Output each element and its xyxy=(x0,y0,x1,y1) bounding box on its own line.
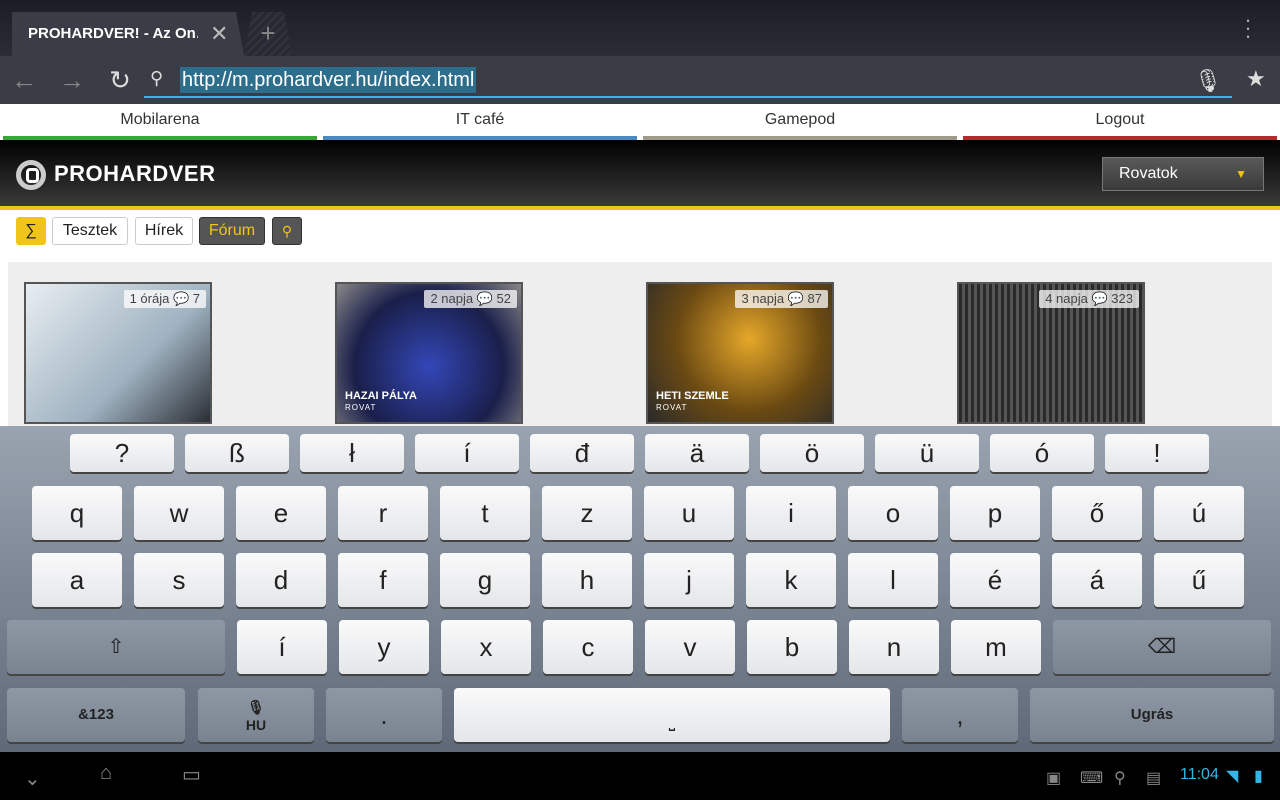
reload-icon[interactable]: ↻ xyxy=(96,56,144,104)
key-g[interactable]: g xyxy=(440,553,530,607)
key-í[interactable]: í xyxy=(237,620,327,674)
key-8[interactable]: ó xyxy=(990,434,1094,472)
nav-it-cafe[interactable]: IT café xyxy=(323,104,637,140)
key-1[interactable]: ß xyxy=(185,434,289,472)
clock: 11:04 xyxy=(1180,766,1219,783)
key-d[interactable]: d xyxy=(236,553,326,607)
sections-dropdown-label: Rovatok xyxy=(1119,165,1178,182)
article-caption: HETI SZEMLE ROVAT xyxy=(656,390,729,412)
key-q[interactable]: q xyxy=(32,486,122,540)
go-key[interactable]: Ugrás xyxy=(1030,688,1274,742)
key-s[interactable]: s xyxy=(134,553,224,607)
article-meta: 2 napja 💬 52 xyxy=(424,290,517,308)
key-f[interactable]: f xyxy=(338,553,428,607)
key-5[interactable]: ä xyxy=(645,434,749,472)
key-é[interactable]: é xyxy=(950,553,1040,607)
key-o[interactable]: o xyxy=(848,486,938,540)
comma-key[interactable]: , xyxy=(902,688,1018,742)
key-ú[interactable]: ú xyxy=(1154,486,1244,540)
home-icon[interactable]: ⌂ xyxy=(100,762,112,785)
microphone-icon[interactable]: 🎙 xyxy=(1194,68,1222,94)
space-key[interactable]: ⎵ xyxy=(454,688,890,742)
site-logo[interactable]: PROHARDVER xyxy=(16,156,215,192)
key-0[interactable]: ? xyxy=(70,434,174,472)
wifi-icon: ◥ xyxy=(1226,768,1239,785)
article-thumb[interactable]: 4 napja 💬 323 xyxy=(957,282,1145,424)
shift-key[interactable]: ⇧ xyxy=(7,620,225,674)
key-7[interactable]: ü xyxy=(875,434,979,472)
article-meta: 4 napja 💬 323 xyxy=(1039,290,1139,308)
keyboard-notification-icon: ⌨ xyxy=(1080,770,1104,787)
numbers-key[interactable]: &123 xyxy=(7,688,185,742)
article-caption: HAZAI PÁLYA ROVAT xyxy=(345,390,417,412)
tab-close-icon[interactable]: ✕ xyxy=(210,12,228,56)
key-c[interactable]: c xyxy=(543,620,633,674)
key-3[interactable]: í xyxy=(415,434,519,472)
key-e[interactable]: e xyxy=(236,486,326,540)
back-icon[interactable]: ← xyxy=(0,56,48,104)
bookmark-icon[interactable]: ★ xyxy=(1246,66,1266,92)
key-6[interactable]: ö xyxy=(760,434,864,472)
key-á[interactable]: á xyxy=(1052,553,1142,607)
key-w[interactable]: w xyxy=(134,486,224,540)
article-meta: 3 napja 💬 87 xyxy=(735,290,828,308)
new-tab-button[interactable]: + xyxy=(244,12,292,56)
key-2[interactable]: ł xyxy=(300,434,404,472)
sections-dropdown[interactable]: Rovatok ▼ xyxy=(1102,157,1264,191)
key-i[interactable]: i xyxy=(746,486,836,540)
url-text[interactable]: http://m.prohardver.hu/index.html xyxy=(180,67,477,93)
caret-down-icon: ▼ xyxy=(1235,167,1247,181)
article-meta: 1 órája 💬 7 xyxy=(123,290,206,308)
search-icon: ⚲ xyxy=(150,68,164,88)
usb-icon: ⚲ xyxy=(1114,770,1126,787)
article-thumb[interactable]: 1 órája 💬 7 xyxy=(24,282,212,424)
key-ű[interactable]: ű xyxy=(1154,553,1244,607)
key-n[interactable]: n xyxy=(849,620,939,674)
key-u[interactable]: u xyxy=(644,486,734,540)
microphone-icon: 🎙 xyxy=(247,699,265,715)
article-thumb[interactable]: 3 napja 💬 87 HETI SZEMLE ROVAT xyxy=(646,282,834,424)
briefcase-icon: ▤ xyxy=(1146,770,1162,787)
tab-title: PROHARDVER! - Az On… xyxy=(28,25,198,42)
forward-icon[interactable]: → xyxy=(48,56,96,104)
logo-icon xyxy=(16,160,46,191)
key-y[interactable]: y xyxy=(339,620,429,674)
key-m[interactable]: m xyxy=(951,620,1041,674)
browser-tab[interactable]: PROHARDVER! - Az On… ✕ xyxy=(12,12,244,56)
image-notification-icon: ▣ xyxy=(1046,770,1062,787)
key-p[interactable]: p xyxy=(950,486,1040,540)
forum-button[interactable]: Fórum xyxy=(199,217,265,245)
overflow-menu-icon[interactable]: · · · xyxy=(1236,9,1260,47)
voice-lang-key[interactable]: 🎙 HU xyxy=(198,688,314,742)
backspace-key[interactable]: ⌫ xyxy=(1053,620,1271,674)
key-r[interactable]: r xyxy=(338,486,428,540)
hide-keyboard-icon[interactable]: ⌄ xyxy=(24,766,41,791)
key-k[interactable]: k xyxy=(746,553,836,607)
nav-logout[interactable]: Logout xyxy=(963,104,1277,140)
key-b[interactable]: b xyxy=(747,620,837,674)
summary-button[interactable]: ∑ xyxy=(16,217,46,245)
news-button[interactable]: Hírek xyxy=(135,217,193,245)
article-thumb[interactable]: 2 napja 💬 52 HAZAI PÁLYA ROVAT xyxy=(335,282,523,424)
key-a[interactable]: a xyxy=(32,553,122,607)
period-key[interactable]: . xyxy=(326,688,442,742)
recent-apps-icon[interactable]: ▭ xyxy=(182,762,201,787)
key-4[interactable]: đ xyxy=(530,434,634,472)
tests-button[interactable]: Tesztek xyxy=(52,217,128,245)
key-z[interactable]: z xyxy=(542,486,632,540)
key-l[interactable]: l xyxy=(848,553,938,607)
nav-mobilarena[interactable]: Mobilarena xyxy=(3,104,317,140)
key-h[interactable]: h xyxy=(542,553,632,607)
battery-icon: ▮ xyxy=(1254,768,1263,785)
key-t[interactable]: t xyxy=(440,486,530,540)
key-ő[interactable]: ő xyxy=(1052,486,1142,540)
key-x[interactable]: x xyxy=(441,620,531,674)
key-9[interactable]: ! xyxy=(1105,434,1209,472)
key-j[interactable]: j xyxy=(644,553,734,607)
nav-gamepod[interactable]: Gamepod xyxy=(643,104,957,140)
key-v[interactable]: v xyxy=(645,620,735,674)
search-button[interactable]: ⚲ xyxy=(272,217,302,245)
logo-text: PROHARDVER xyxy=(54,161,216,186)
